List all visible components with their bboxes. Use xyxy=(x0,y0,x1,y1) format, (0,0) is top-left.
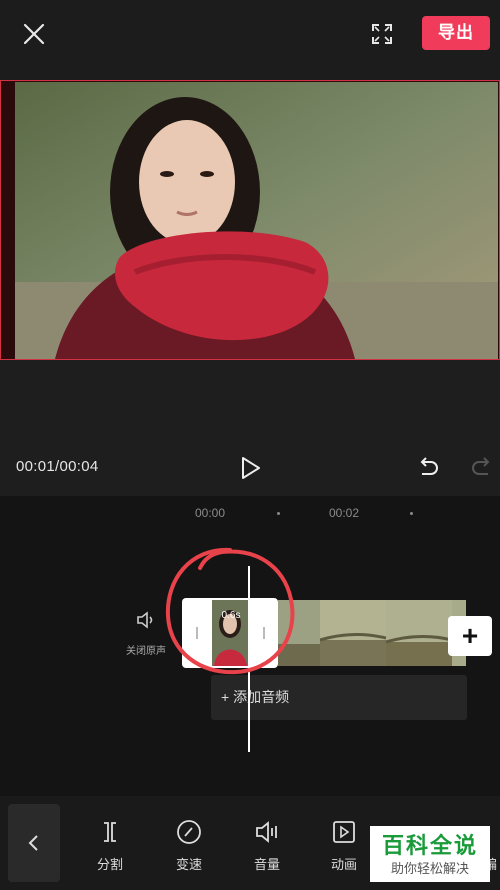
watermark-logo: 百科全说 助你轻松解决 xyxy=(370,826,490,882)
tool-speed[interactable]: 变速 xyxy=(161,818,217,878)
ruler-label: 00:02 xyxy=(329,506,360,520)
play-button[interactable] xyxy=(236,454,264,482)
red-annotation-circle xyxy=(165,547,295,675)
strip-frame xyxy=(320,600,386,666)
undo-icon xyxy=(420,457,438,475)
plus-icon: + xyxy=(221,689,234,705)
tool-animation[interactable]: 动画 xyxy=(316,818,372,878)
video-preview[interactable] xyxy=(0,80,500,360)
speed-icon xyxy=(177,820,201,844)
ruler-dot xyxy=(277,512,280,515)
tool-label: 动画 xyxy=(330,857,357,872)
tool-volume[interactable]: 音量 xyxy=(239,818,295,878)
add-audio-label: 添加音频 xyxy=(233,689,290,705)
redo-icon xyxy=(472,457,490,475)
close-icon xyxy=(23,23,45,45)
close-button[interactable] xyxy=(18,18,50,50)
tool-split[interactable]: 分割 xyxy=(82,818,138,878)
plus-icon: + xyxy=(461,620,479,651)
add-clip-button[interactable]: + xyxy=(448,616,492,656)
fullscreen-button[interactable] xyxy=(366,18,398,50)
tool-label: 分割 xyxy=(96,857,123,872)
redo-button[interactable] xyxy=(468,454,496,482)
export-button[interactable]: 导出 xyxy=(422,16,490,50)
speaker-icon xyxy=(137,611,153,629)
split-icon xyxy=(104,822,116,842)
play-icon xyxy=(242,457,260,479)
preview-frame-image xyxy=(15,82,498,359)
back-button[interactable] xyxy=(8,804,60,882)
watermark-title: 百科全说 xyxy=(381,833,478,858)
volume-icon xyxy=(256,821,277,843)
add-audio-text: + 添加音频 xyxy=(221,675,289,720)
ruler-dot xyxy=(410,512,413,515)
chevron-left-icon xyxy=(28,835,38,851)
tool-label: 音量 xyxy=(253,857,280,872)
watermark-subtitle: 助你轻松解决 xyxy=(390,861,469,876)
time-readout: 00:01/00:04 xyxy=(16,458,99,475)
animation-icon xyxy=(333,821,355,843)
tool-label: 变速 xyxy=(175,857,202,872)
undo-button[interactable] xyxy=(414,454,442,482)
ruler-label: 00:00 xyxy=(195,506,226,520)
fullscreen-icon xyxy=(372,24,392,44)
strip-frame xyxy=(386,600,452,666)
